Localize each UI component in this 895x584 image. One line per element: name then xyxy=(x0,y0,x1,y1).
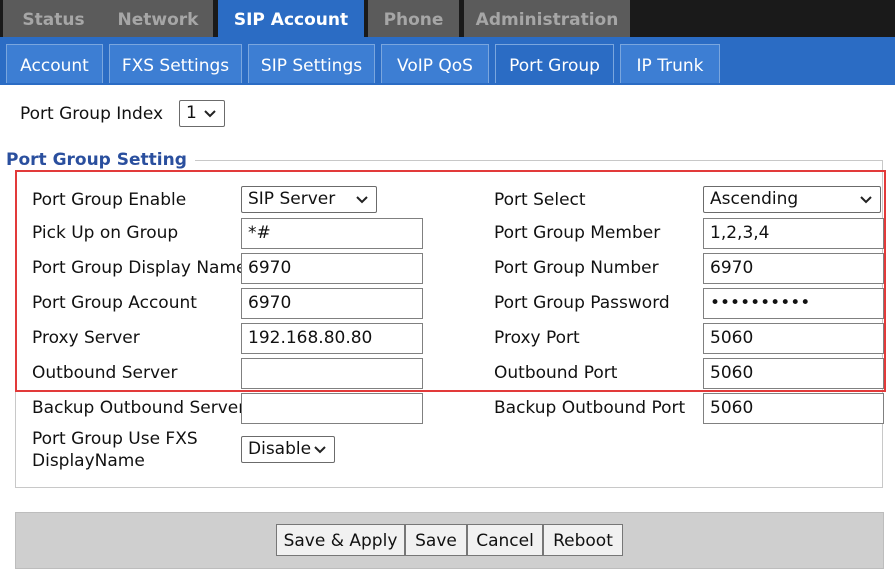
subtab-account[interactable]: Account xyxy=(6,44,103,83)
chevron-down-icon xyxy=(204,110,216,118)
port-group-password-input[interactable]: •••••••••• xyxy=(703,288,884,319)
tab-sip-account[interactable]: SIP Account xyxy=(218,0,364,37)
proxy-server-input[interactable]: 192.168.80.80 xyxy=(241,323,423,354)
tab-administration[interactable]: Administration xyxy=(464,0,630,37)
port-group-enable-select[interactable]: SIP Server xyxy=(241,186,377,213)
port-group-enable-value: SIP Server xyxy=(248,189,336,209)
outbound-server-input[interactable] xyxy=(241,358,423,389)
tab-phone[interactable]: Phone xyxy=(368,0,459,37)
outbound-port-label: Outbound Port xyxy=(494,363,618,383)
use-fxs-displayname-select[interactable]: Disable xyxy=(241,436,335,463)
proxy-port-input[interactable]: 5060 xyxy=(703,323,884,354)
subtab-fxs-settings[interactable]: FXS Settings xyxy=(109,44,242,83)
port-group-index-value: 1 xyxy=(186,103,197,123)
port-group-index-select[interactable]: 1 xyxy=(179,100,225,127)
pick-up-on-group-label: Pick Up on Group xyxy=(32,223,179,243)
port-group-display-name-label: Port Group Display Name xyxy=(32,258,247,278)
cancel-button[interactable]: Cancel xyxy=(467,524,543,556)
port-group-password-label: Port Group Password xyxy=(494,293,670,313)
port-group-enable-label: Port Group Enable xyxy=(32,190,187,210)
port-group-member-label: Port Group Member xyxy=(494,223,661,243)
outbound-port-input[interactable]: 5060 xyxy=(703,358,884,389)
backup-outbound-server-label: Backup Outbound Server xyxy=(32,398,246,418)
port-group-account-input[interactable]: 6970 xyxy=(241,288,423,319)
subtab-ip-trunk[interactable]: IP Trunk xyxy=(620,44,720,83)
tab-status[interactable]: Status xyxy=(3,0,104,37)
port-group-number-label: Port Group Number xyxy=(494,258,659,278)
chevron-down-icon xyxy=(356,196,368,204)
section-title: Port Group Setting xyxy=(6,150,195,170)
port-group-member-input[interactable]: 1,2,3,4 xyxy=(703,218,884,249)
proxy-port-label: Proxy Port xyxy=(494,328,580,348)
reboot-button[interactable]: Reboot xyxy=(543,524,623,556)
pick-up-on-group-input[interactable]: *# xyxy=(241,218,423,249)
port-group-display-name-input[interactable]: 6970 xyxy=(241,253,423,284)
chevron-down-icon xyxy=(314,446,326,454)
backup-outbound-port-label: Backup Outbound Port xyxy=(494,398,686,418)
tab-network[interactable]: Network xyxy=(103,0,213,37)
save-apply-button[interactable]: Save & Apply xyxy=(276,524,405,556)
backup-outbound-port-input[interactable]: 5060 xyxy=(703,393,884,424)
use-fxs-displayname-label-line1: Port Group Use FXS xyxy=(32,429,198,449)
subtab-sip-settings[interactable]: SIP Settings xyxy=(248,44,375,83)
use-fxs-displayname-value: Disable xyxy=(248,439,312,459)
proxy-server-label: Proxy Server xyxy=(32,328,140,348)
subtab-voip-qos[interactable]: VoIP QoS xyxy=(381,44,489,83)
backup-outbound-server-input[interactable] xyxy=(241,393,423,424)
port-select-select[interactable]: Ascending xyxy=(703,186,881,213)
port-select-label: Port Select xyxy=(494,190,586,210)
outbound-server-label: Outbound Server xyxy=(32,363,178,383)
port-select-value: Ascending xyxy=(710,189,799,209)
port-group-account-label: Port Group Account xyxy=(32,293,197,313)
subtab-port-group[interactable]: Port Group xyxy=(495,44,614,83)
port-group-number-input[interactable]: 6970 xyxy=(703,253,884,284)
use-fxs-displayname-label-line2: DisplayName xyxy=(32,451,145,471)
chevron-down-icon xyxy=(860,196,872,204)
port-group-index-label: Port Group Index xyxy=(20,104,164,124)
save-button[interactable]: Save xyxy=(405,524,467,556)
